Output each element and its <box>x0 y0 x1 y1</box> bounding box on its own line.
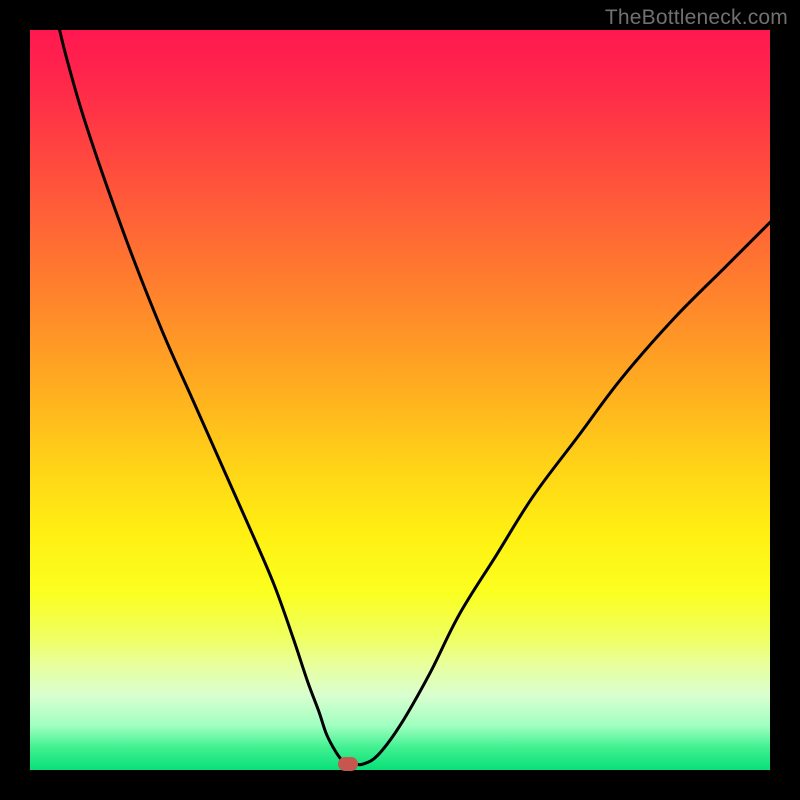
watermark-text: TheBottleneck.com <box>605 6 788 30</box>
curve-svg <box>30 30 770 770</box>
plot-area <box>30 30 770 770</box>
chart-frame: TheBottleneck.com <box>0 0 800 800</box>
optimal-point-marker <box>338 757 358 771</box>
bottleneck-curve <box>60 30 770 765</box>
